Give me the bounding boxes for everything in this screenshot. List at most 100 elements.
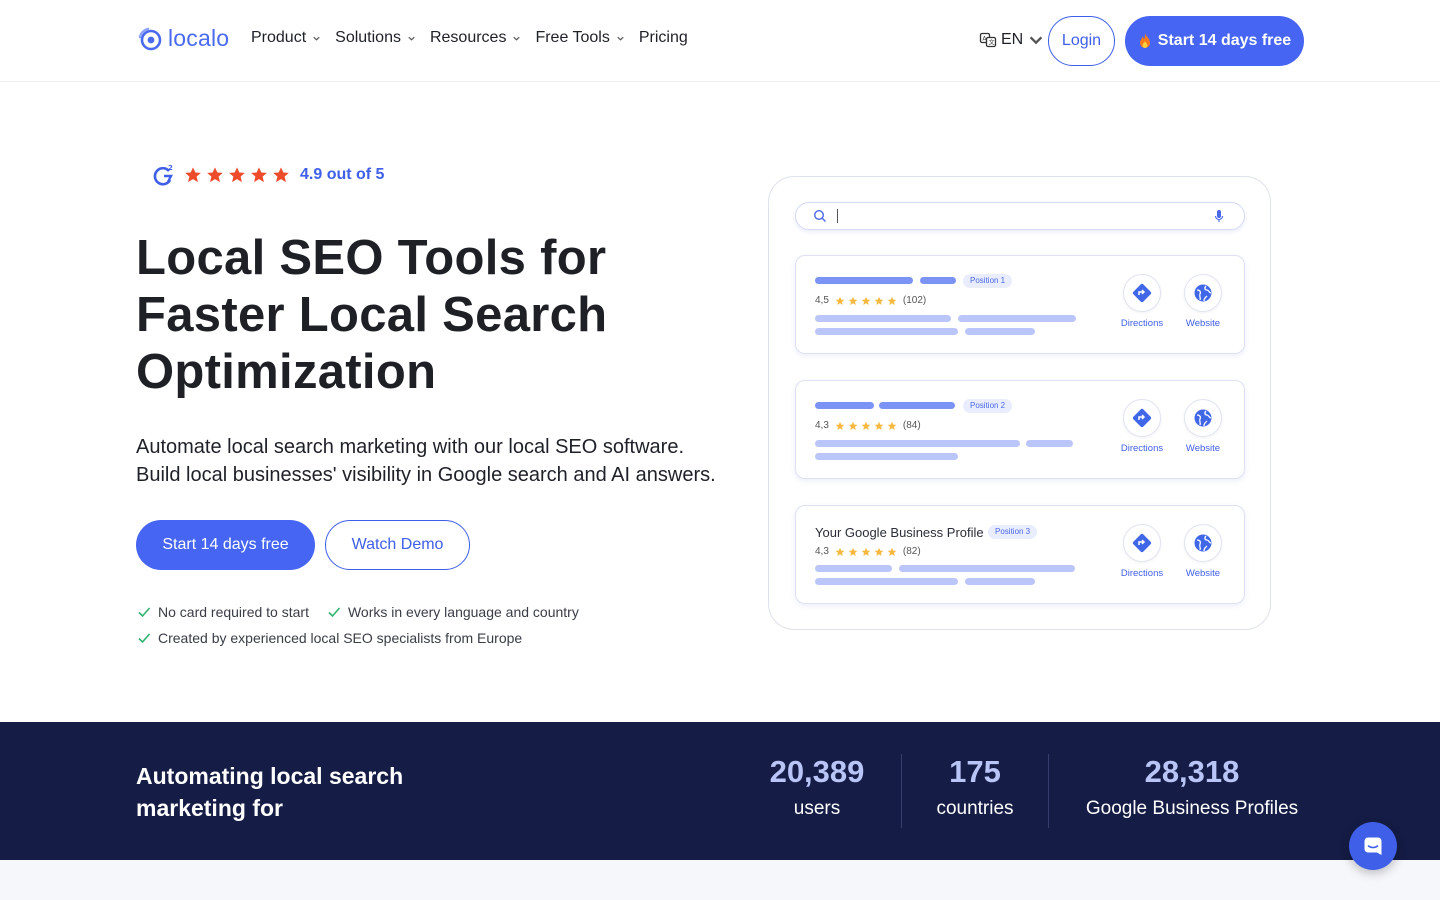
menu-item-pricing[interactable]: Pricing <box>639 29 688 47</box>
menu-item-product[interactable]: Product <box>251 29 321 47</box>
placeholder-bar <box>920 277 956 284</box>
placeholder-bar <box>958 315 1076 322</box>
benefit-label: Works in every language and country <box>347 604 579 620</box>
login-button[interactable]: Login <box>1048 16 1115 66</box>
result-card-highlighted: Your Google Business Profile Position 3 … <box>795 505 1245 604</box>
star-icon <box>848 421 858 430</box>
placeholder-bar <box>815 315 951 322</box>
chat-widget-button[interactable] <box>1349 822 1397 870</box>
mock-search-bar <box>795 202 1245 230</box>
svg-text:2: 2 <box>168 164 173 172</box>
result-rating: 4,3 (84) <box>815 420 921 431</box>
website-action: Website <box>1178 524 1228 579</box>
directions-action: Directions <box>1117 274 1167 329</box>
hero-title-line: Faster Local Search <box>136 288 608 342</box>
stats-title-line: Automating local search <box>136 763 404 789</box>
logo[interactable]: localo <box>137 25 229 52</box>
rating-value: 4,3 <box>815 420 829 431</box>
globe-icon <box>1194 409 1212 427</box>
stat-value: 28,318 <box>1144 754 1240 789</box>
stat-caption: Google Business Profiles <box>1085 798 1299 819</box>
result-rating: 4,3 (82) <box>815 546 921 557</box>
menu-item-resources[interactable]: Resources <box>430 29 521 47</box>
placeholder-bar <box>815 328 958 335</box>
translate-icon: A 文 <box>979 32 997 48</box>
logo-icon <box>138 27 162 50</box>
menu-item-label: Product <box>251 29 307 46</box>
stat-value: 175 <box>949 754 1001 789</box>
top-navigation: localo Product Solutions Resources Free … <box>0 0 1440 82</box>
language-selector[interactable]: A 文 EN <box>979 31 1045 49</box>
website-button <box>1184 274 1222 312</box>
g2-icon: 2 <box>153 164 173 186</box>
directions-label: Directions <box>1120 443 1164 454</box>
website-label: Website <box>1185 568 1221 579</box>
nav-start-trial-label: Start 14 days free <box>1157 32 1292 49</box>
star-icon <box>251 167 267 183</box>
start-trial-button[interactable]: Start 14 days free <box>136 520 315 570</box>
stat-caption: countries <box>936 798 1014 819</box>
position-badge: Position 1 <box>963 274 1013 288</box>
chevron-down-icon <box>408 36 415 41</box>
chevron-down-icon <box>617 36 624 41</box>
menu-item-solutions[interactable]: Solutions <box>335 29 416 47</box>
star-icon <box>874 547 884 556</box>
stat-users: 20,389 users <box>747 752 887 820</box>
star-icon <box>861 421 871 430</box>
language-label: EN <box>1001 31 1024 48</box>
position-badge: Position 3 <box>988 525 1038 539</box>
placeholder-bar <box>815 453 958 460</box>
placeholder-bar <box>965 578 1035 585</box>
website-action: Website <box>1178 399 1228 454</box>
check-icon <box>328 607 341 618</box>
directions-action: Directions <box>1117 399 1167 454</box>
directions-button <box>1123 524 1161 562</box>
rating-value: 4,5 <box>815 295 829 306</box>
hero-title-line: Optimization <box>136 345 437 399</box>
result-card: Position 2 4,3 (84) Directions Website <box>795 380 1245 479</box>
star-icon <box>887 421 897 430</box>
placeholder-bar <box>879 402 955 409</box>
website-button <box>1184 399 1222 437</box>
stats-title-line: marketing for <box>136 795 283 821</box>
chevron-down-icon <box>513 36 521 41</box>
menu-item-label: Free Tools <box>535 29 610 46</box>
review-count: (102) <box>902 295 927 306</box>
star-icon <box>835 296 845 305</box>
star-icon <box>874 296 884 305</box>
watch-demo-button[interactable]: Watch Demo <box>325 520 470 570</box>
website-button <box>1184 524 1222 562</box>
position-badge: Position 2 <box>963 399 1013 413</box>
placeholder-bar <box>815 440 1020 447</box>
text-cursor <box>837 209 838 223</box>
directions-button <box>1123 399 1161 437</box>
star-icon <box>861 296 871 305</box>
star-icon <box>185 167 201 183</box>
star-icon <box>887 547 897 556</box>
website-label: Website <box>1185 443 1221 454</box>
stat-google-business-profiles: 28,318 Google Business Profiles <box>1072 752 1312 820</box>
business-name: Your Google Business Profile <box>815 525 984 540</box>
review-count: (82) <box>902 546 921 557</box>
directions-icon <box>1132 408 1152 428</box>
result-rating: 4,5 (102) <box>815 295 926 306</box>
star-icon <box>835 547 845 556</box>
nav-start-trial-button[interactable]: Start 14 days free <box>1125 16 1304 66</box>
fire-icon <box>1139 33 1150 48</box>
menu-item-label: Resources <box>429 29 507 46</box>
next-section-edge <box>0 860 1440 900</box>
stat-countries: 175 countries <box>915 752 1035 820</box>
rating-value: 4,3 <box>815 546 829 557</box>
menu-item-label: Solutions <box>335 29 401 46</box>
globe-icon <box>1194 534 1212 552</box>
placeholder-bar <box>815 565 892 572</box>
check-icon <box>138 633 151 644</box>
star-icon <box>887 296 897 305</box>
hero-title: Local SEO Tools for Faster Local Search … <box>136 230 736 401</box>
search-results-illustration: Position 1 4,5 (102) Directions Website <box>768 176 1271 630</box>
benefit-checklist: No card required to start Works in every… <box>137 604 579 656</box>
directions-icon <box>1132 283 1152 303</box>
placeholder-bar <box>815 578 958 585</box>
rating-text: 4.9 out of 5 <box>300 166 385 183</box>
menu-item-free-tools[interactable]: Free Tools <box>535 29 624 47</box>
